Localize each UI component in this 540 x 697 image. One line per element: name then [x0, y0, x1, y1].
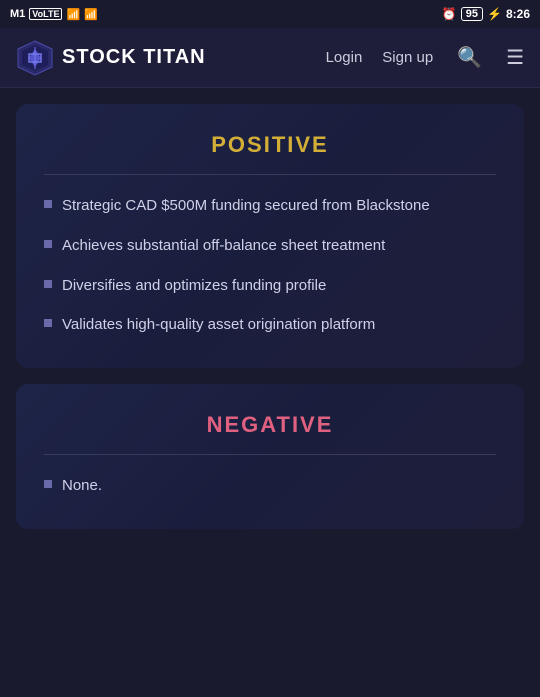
search-icon[interactable]: 🔍: [457, 45, 482, 70]
logo-icon: [16, 39, 54, 77]
list-item: Strategic CAD $500M funding secured from…: [44, 195, 496, 217]
content-area: Positive Strategic CAD $500M funding sec…: [0, 88, 540, 697]
volte-badge: VoLTE: [29, 8, 62, 20]
positive-list: Strategic CAD $500M funding secured from…: [44, 195, 496, 336]
login-button[interactable]: Login: [326, 49, 363, 66]
negative-divider: [44, 454, 496, 455]
charging-icon: ⚡: [487, 7, 502, 21]
bullet-icon: [44, 280, 52, 288]
nav-links: Login Sign up 🔍 ☰: [326, 45, 524, 70]
negative-item-1: None.: [62, 475, 102, 497]
logo-area: STOCK TITAN: [16, 39, 326, 77]
negative-card: Negative None.: [16, 384, 524, 529]
positive-card-title: Positive: [44, 132, 496, 158]
positive-item-4: Validates high-quality asset origination…: [62, 314, 375, 336]
positive-card: Positive Strategic CAD $500M funding sec…: [16, 104, 524, 368]
positive-item-1: Strategic CAD $500M funding secured from…: [62, 195, 430, 217]
list-item: Diversifies and optimizes funding profil…: [44, 275, 496, 297]
status-bar: M1 VoLTE 📶 📶 ⏰ 95 ⚡ 8:26: [0, 0, 540, 28]
carrier-label: M1: [10, 8, 25, 20]
signup-button[interactable]: Sign up: [382, 49, 433, 66]
bullet-icon: [44, 240, 52, 248]
navbar: STOCK TITAN Login Sign up 🔍 ☰: [0, 28, 540, 88]
status-left: M1 VoLTE 📶 📶: [10, 8, 98, 21]
signal-icon: 📶: [66, 8, 80, 21]
positive-divider: [44, 174, 496, 175]
bullet-icon: [44, 319, 52, 327]
positive-item-2: Achieves substantial off-balance sheet t…: [62, 235, 385, 257]
battery-indicator: 95: [461, 7, 483, 21]
logo-text: STOCK TITAN: [62, 46, 206, 69]
list-item: None.: [44, 475, 496, 497]
positive-item-3: Diversifies and optimizes funding profil…: [62, 275, 326, 297]
menu-icon[interactable]: ☰: [506, 45, 524, 70]
bullet-icon: [44, 480, 52, 488]
time-display: 8:26: [506, 7, 530, 21]
list-item: Achieves substantial off-balance sheet t…: [44, 235, 496, 257]
list-item: Validates high-quality asset origination…: [44, 314, 496, 336]
wifi-icon: 📶: [84, 8, 98, 21]
bullet-icon: [44, 200, 52, 208]
negative-list: None.: [44, 475, 496, 497]
alarm-icon: ⏰: [442, 7, 457, 21]
negative-card-title: Negative: [44, 412, 496, 438]
status-right: ⏰ 95 ⚡ 8:26: [442, 7, 530, 21]
